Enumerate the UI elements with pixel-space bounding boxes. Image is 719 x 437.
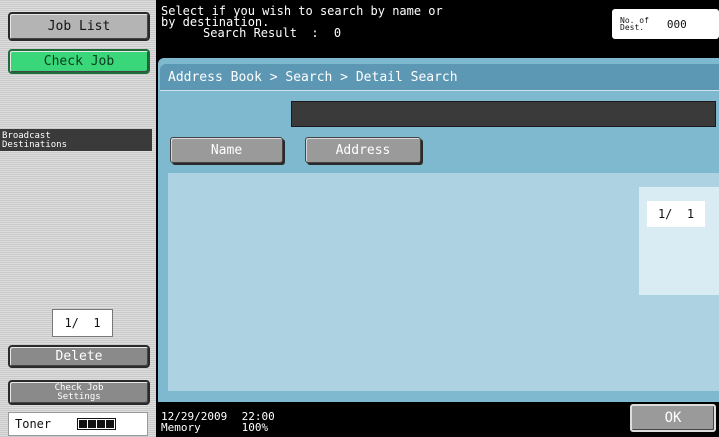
memory-label: Memory <box>161 421 201 434</box>
results-page-panel: 1/ 1 <box>639 187 719 295</box>
search-results-list <box>168 173 719 391</box>
toner-level-icon <box>77 418 117 430</box>
destination-count-value: 000 <box>666 17 687 31</box>
memory-value: 100% <box>241 421 269 434</box>
instruction-message: Select if you wish to search by name or … <box>161 5 541 44</box>
breadcrumb: Address Book > Search > Detail Search <box>160 64 719 91</box>
ok-button[interactable]: OK <box>630 404 716 432</box>
destination-count-label: No. of Dest. <box>620 16 649 32</box>
search-input[interactable] <box>291 101 716 127</box>
job-list-button[interactable]: Job List <box>8 12 150 41</box>
destination-count: No. of Dest. 000 <box>612 9 719 39</box>
broadcast-destinations-bar[interactable]: Broadcast Destinations <box>0 129 152 151</box>
results-page-indicator: 1/ 1 <box>647 201 705 227</box>
toner-label: Toner <box>15 417 52 431</box>
toner-indicator: Toner <box>8 412 148 436</box>
broadcast-page-indicator: 1/ 1 <box>52 309 113 337</box>
status-info: 12/29/2009 22:00 Memory 100% <box>161 411 361 437</box>
name-search-button[interactable]: Name <box>170 137 283 163</box>
search-result: Search Result : 0 <box>161 26 541 40</box>
check-job-button[interactable]: Check Job <box>8 49 150 74</box>
address-search-button[interactable]: Address <box>305 137 421 163</box>
delete-button[interactable]: Delete <box>8 345 150 368</box>
check-job-settings-button[interactable]: Check Job Settings <box>8 380 150 405</box>
search-result-label: Search Result : <box>203 26 319 40</box>
search-result-value: 0 <box>333 26 342 40</box>
